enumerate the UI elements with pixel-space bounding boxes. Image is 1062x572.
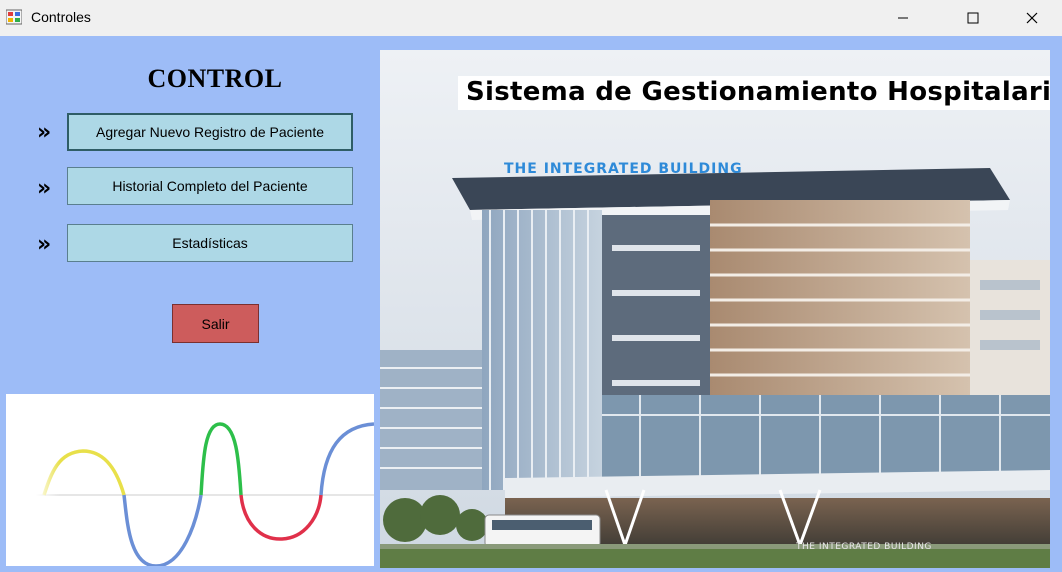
menu-marker-icon: » xyxy=(37,176,52,201)
app-icon xyxy=(6,9,22,25)
wave-red-segment xyxy=(239,494,323,541)
minimize-icon xyxy=(898,17,908,19)
wave-green-segment xyxy=(199,422,243,496)
exit-button[interactable]: Salir xyxy=(172,304,259,343)
title-bar: Controles xyxy=(0,0,1062,36)
maximize-icon xyxy=(967,12,979,24)
hospital-building-photo: THE INTEGRATED BUILDING THE INTEGRATED B… xyxy=(380,50,1050,568)
building-sign-lower: THE INTEGRATED BUILDING xyxy=(796,542,932,552)
system-title-banner: Sistema de Gestionamiento Hospitalario xyxy=(458,76,1050,110)
wave-fade xyxy=(36,434,60,534)
close-button[interactable] xyxy=(1009,0,1055,36)
heartbeat-wave-image xyxy=(6,394,374,566)
wave-blue-segment xyxy=(122,494,203,566)
window-title: Controles xyxy=(31,9,91,25)
maximize-button[interactable] xyxy=(950,0,996,36)
building-sign: THE INTEGRATED BUILDING xyxy=(504,161,743,177)
patient-history-button[interactable]: Historial Completo del Paciente xyxy=(67,167,353,205)
menu-marker-icon: » xyxy=(37,120,52,145)
wave-blue-tail-segment xyxy=(319,422,374,496)
close-icon xyxy=(1026,12,1038,24)
wave-graphic xyxy=(36,422,374,566)
minimize-button[interactable] xyxy=(880,0,926,36)
add-patient-record-button[interactable]: Agregar Nuevo Registro de Paciente xyxy=(67,113,353,151)
menu-marker-icon: » xyxy=(37,232,52,257)
statistics-button[interactable]: Estadísticas xyxy=(67,224,353,262)
control-heading: CONTROL xyxy=(147,64,283,93)
hospital-building-illustration xyxy=(380,50,1050,568)
